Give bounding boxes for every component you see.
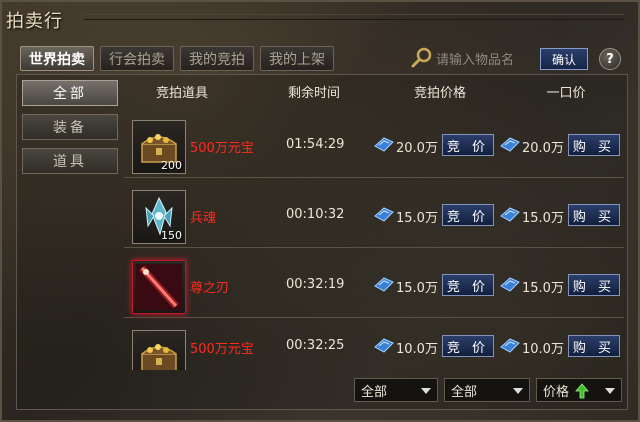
header-item: 竞拍道具 xyxy=(155,86,208,101)
row-divider xyxy=(124,247,624,248)
chevron-down-icon xyxy=(605,388,615,394)
bid-price: 15.0万 xyxy=(396,281,438,296)
buy-button[interactable]: 购 买 xyxy=(568,335,620,357)
filter-dropdown-2[interactable]: 全部 xyxy=(444,378,530,402)
item-name: 500万元宝 xyxy=(190,141,254,156)
tab-my-bids[interactable]: 我的竞拍 xyxy=(180,46,254,71)
item-count: 200 xyxy=(161,159,182,172)
row-divider xyxy=(124,317,624,318)
table-row[interactable]: 尊之刃 00:32:19 15.0万 竞 价 15.0万 购 买 xyxy=(124,252,624,318)
remaining-time: 00:32:19 xyxy=(286,277,345,292)
gem-currency-icon xyxy=(374,207,394,222)
buyout-price: 15.0万 xyxy=(522,281,564,296)
sidebar-item-equipment[interactable]: 装备 xyxy=(22,114,118,140)
bid-price: 20.0万 xyxy=(396,141,438,156)
header-bid-price: 竞拍价格 xyxy=(413,86,466,101)
gem-currency-icon xyxy=(500,137,520,152)
buyout-price: 20.0万 xyxy=(522,141,564,156)
sort-dropdown[interactable]: 价格 xyxy=(536,378,622,402)
gem-currency-icon xyxy=(500,338,520,353)
item-slot[interactable]: 200 xyxy=(132,120,186,174)
table-header: 竞拍道具 剩余时间 竞拍价格 一口价 xyxy=(124,76,624,106)
auction-table: 竞拍道具 剩余时间 竞拍价格 一口价 200 500万元宝 01:54:29 2… xyxy=(124,76,624,370)
help-button[interactable]: ? xyxy=(599,48,621,70)
header-buyout: 一口价 xyxy=(546,86,586,101)
sidebar-item-items[interactable]: 道具 xyxy=(22,148,118,174)
buy-button[interactable]: 购 买 xyxy=(568,134,620,156)
sort-ascending-arrow-icon xyxy=(575,383,589,399)
filter-2-value: 全部 xyxy=(451,384,478,400)
item-name: 尊之刃 xyxy=(190,281,230,296)
buyout-price: 10.0万 xyxy=(522,342,564,357)
remaining-time: 01:54:29 xyxy=(286,137,345,152)
item-slot[interactable]: 150 xyxy=(132,190,186,244)
search-input[interactable] xyxy=(436,49,532,71)
treasure-chest-icon xyxy=(141,344,177,370)
sidebar-item-all[interactable]: 全部 xyxy=(22,80,118,106)
sort-value: 价格 xyxy=(543,384,570,400)
tab-world-auction[interactable]: 世界拍卖 xyxy=(20,46,94,71)
item-name: 兵魂 xyxy=(190,211,217,226)
table-row[interactable]: 200 500万元宝 01:54:29 20.0万 竞 价 20.0万 购 买 xyxy=(124,112,624,178)
gem-currency-icon xyxy=(374,137,394,152)
confirm-button[interactable]: 确认 xyxy=(540,48,588,70)
table-row[interactable]: 150 兵魂 00:10:32 15.0万 竞 价 15.0万 购 买 xyxy=(124,182,624,248)
buy-button[interactable]: 购 买 xyxy=(568,274,620,296)
remaining-time: 00:32:25 xyxy=(286,338,345,353)
item-count: 150 xyxy=(161,229,182,242)
magnifier-icon xyxy=(411,47,432,68)
auction-tabs: 世界拍卖 行会拍卖 我的竞拍 我的上架 xyxy=(20,46,334,72)
item-slot[interactable] xyxy=(132,260,186,314)
bid-button[interactable]: 竞 价 xyxy=(442,335,494,357)
buyout-price: 15.0万 xyxy=(522,211,564,226)
tab-my-listings[interactable]: 我的上架 xyxy=(260,46,334,71)
item-name: 500万元宝 xyxy=(190,342,254,357)
buy-button[interactable]: 购 买 xyxy=(568,204,620,226)
bid-button[interactable]: 竞 价 xyxy=(442,274,494,296)
window-title: 拍卖行 xyxy=(6,11,63,32)
gem-currency-icon xyxy=(500,277,520,292)
chevron-down-icon xyxy=(421,388,431,394)
filter-dropdown-1[interactable]: 全部 xyxy=(354,378,438,402)
remaining-time: 00:10:32 xyxy=(286,207,345,222)
item-slot[interactable] xyxy=(132,330,186,370)
bid-button[interactable]: 竞 价 xyxy=(442,204,494,226)
gem-currency-icon xyxy=(374,338,394,353)
auction-house-window: 拍卖行 世界拍卖 行会拍卖 我的竞拍 我的上架 确认 ? 全部 装备 道具 竞拍… xyxy=(0,0,640,422)
chevron-down-icon xyxy=(513,388,523,394)
header-time: 剩余时间 xyxy=(287,86,340,101)
gem-currency-icon xyxy=(374,277,394,292)
blade-icon xyxy=(136,264,182,310)
tab-guild-auction[interactable]: 行会拍卖 xyxy=(100,46,174,71)
row-divider xyxy=(124,177,624,178)
bid-price: 10.0万 xyxy=(396,342,438,357)
gem-currency-icon xyxy=(500,207,520,222)
table-row[interactable]: 500万元宝 00:32:25 10.0万 竞 价 10.0万 购 买 xyxy=(124,322,624,370)
title-bar: 拍卖行 xyxy=(2,2,640,36)
title-ornament xyxy=(84,14,624,20)
filter-1-value: 全部 xyxy=(361,384,388,400)
filter-bar: 全部 全部 价格 xyxy=(16,370,628,410)
bid-price: 15.0万 xyxy=(396,211,438,226)
bid-button[interactable]: 竞 价 xyxy=(442,134,494,156)
